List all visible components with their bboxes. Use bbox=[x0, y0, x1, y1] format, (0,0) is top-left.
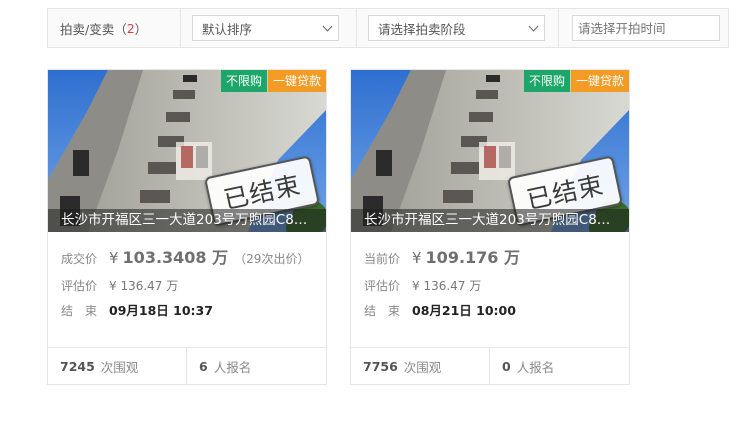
price-value: ¥109.176 万 bbox=[412, 244, 520, 268]
views-count: 7245 bbox=[60, 358, 95, 374]
listing-info: 成交价 ¥103.3408 万 （29次出价） 评估价 ¥ 136.47 万 结… bbox=[48, 232, 326, 319]
eval-label: 评估价 bbox=[61, 279, 98, 293]
auction-card[interactable]: 不限购 一键贷款 已结束 长沙市开福区三一大道203号万煦园C8栋公寓 成交价 … bbox=[47, 69, 327, 385]
loan-tag[interactable]: 一键贷款 bbox=[267, 70, 326, 92]
stage-cell: 请选择拍卖阶段 bbox=[357, 9, 559, 47]
end-time: 09月18日 10:37 bbox=[109, 303, 213, 318]
loan-tag[interactable]: 一键贷款 bbox=[570, 70, 629, 92]
auction-count-label: 拍卖/变卖（ bbox=[60, 21, 127, 37]
end-time: 08月21日 10:00 bbox=[412, 303, 516, 318]
views-label: 次围观 bbox=[403, 359, 442, 375]
signups-label: 人报名 bbox=[213, 359, 252, 375]
time-cell bbox=[559, 9, 728, 47]
views-stat: 7245 次围观 bbox=[48, 348, 187, 384]
end-label: 结 束 bbox=[364, 304, 401, 318]
auction-card[interactable]: 不限购 一键贷款 已结束 长沙市开福区三一大道203号万煦园C8栋公寓 当前价 … bbox=[350, 69, 630, 385]
views-count: 7756 bbox=[363, 358, 398, 374]
bid-count-suffix: 次出价） bbox=[261, 252, 310, 266]
eval-row: 评估价 ¥ 136.47 万 bbox=[61, 277, 326, 294]
price-amount: 103.3408 bbox=[122, 248, 207, 267]
currency-symbol: ¥ bbox=[412, 249, 422, 267]
unrestricted-tag: 不限购 bbox=[220, 70, 267, 92]
views-label: 次围观 bbox=[100, 359, 139, 375]
bid-count-open: （ bbox=[234, 252, 247, 266]
eval-label: 评估价 bbox=[364, 279, 401, 293]
auction-count-suffix: ） bbox=[134, 21, 148, 37]
end-row: 结 束 08月21日 10:00 bbox=[364, 300, 629, 319]
price-unit: 万 bbox=[212, 248, 229, 267]
eval-value: ¥ 136.47 万 bbox=[412, 279, 482, 293]
price-amount: 109.176 bbox=[425, 248, 499, 267]
views-stat: 7756 次围观 bbox=[351, 348, 490, 384]
price-label: 当前价 bbox=[364, 252, 401, 266]
signups-count: 0 bbox=[502, 358, 511, 374]
price-label: 成交价 bbox=[61, 252, 98, 266]
eval-row: 评估价 ¥ 136.47 万 bbox=[364, 277, 629, 294]
bid-count: （29次出价） bbox=[234, 250, 309, 267]
start-time-input[interactable] bbox=[572, 15, 720, 41]
property-photo[interactable]: 不限购 一键贷款 已结束 长沙市开福区三一大道203号万煦园C8栋公寓 bbox=[351, 70, 629, 232]
filter-bar: 拍卖/变卖（ 2） 默认排序 请选择拍卖阶段 bbox=[47, 8, 729, 48]
signups-count: 6 bbox=[199, 358, 208, 374]
sort-select-value: 默认排序 bbox=[202, 21, 253, 37]
stage-select[interactable]: 请选择拍卖阶段 bbox=[368, 15, 545, 41]
end-label: 结 束 bbox=[61, 304, 98, 318]
property-title[interactable]: 长沙市开福区三一大道203号万煦园C8栋公寓 bbox=[351, 209, 629, 232]
price-row: 成交价 ¥103.3408 万 （29次出价） bbox=[61, 244, 326, 268]
listing-stats: 7245 次围观 6 人报名 bbox=[48, 347, 326, 384]
eval-value: ¥ 136.47 万 bbox=[109, 279, 179, 293]
end-row: 结 束 09月18日 10:37 bbox=[61, 300, 326, 319]
auction-count-filter[interactable]: 拍卖/变卖（ 2） bbox=[48, 9, 181, 47]
currency-symbol: ¥ bbox=[109, 249, 119, 267]
price-unit: 万 bbox=[504, 248, 521, 267]
price-row: 当前价 ¥109.176 万 bbox=[364, 244, 629, 268]
sort-cell: 默认排序 bbox=[181, 9, 357, 47]
price-value: ¥103.3408 万 bbox=[109, 244, 228, 268]
chevron-down-icon bbox=[322, 21, 333, 31]
signups-label: 人报名 bbox=[516, 359, 555, 375]
listing-info: 当前价 ¥109.176 万 评估价 ¥ 136.47 万 结 束 08月21日… bbox=[351, 232, 629, 319]
listing-stats: 7756 次围观 0 人报名 bbox=[351, 347, 629, 384]
property-title[interactable]: 长沙市开福区三一大道203号万煦园C8栋公寓 bbox=[48, 209, 326, 232]
signups-stat: 0 人报名 bbox=[490, 348, 629, 384]
sort-select[interactable]: 默认排序 bbox=[192, 15, 339, 41]
signups-stat: 6 人报名 bbox=[187, 348, 326, 384]
auction-count: 2 bbox=[126, 20, 135, 36]
stage-select-placeholder: 请选择拍卖阶段 bbox=[378, 21, 466, 37]
unrestricted-tag: 不限购 bbox=[523, 70, 570, 92]
bid-count-value: 29 bbox=[246, 252, 262, 266]
chevron-down-icon bbox=[528, 21, 539, 31]
property-photo[interactable]: 不限购 一键贷款 已结束 长沙市开福区三一大道203号万煦园C8栋公寓 bbox=[48, 70, 326, 232]
